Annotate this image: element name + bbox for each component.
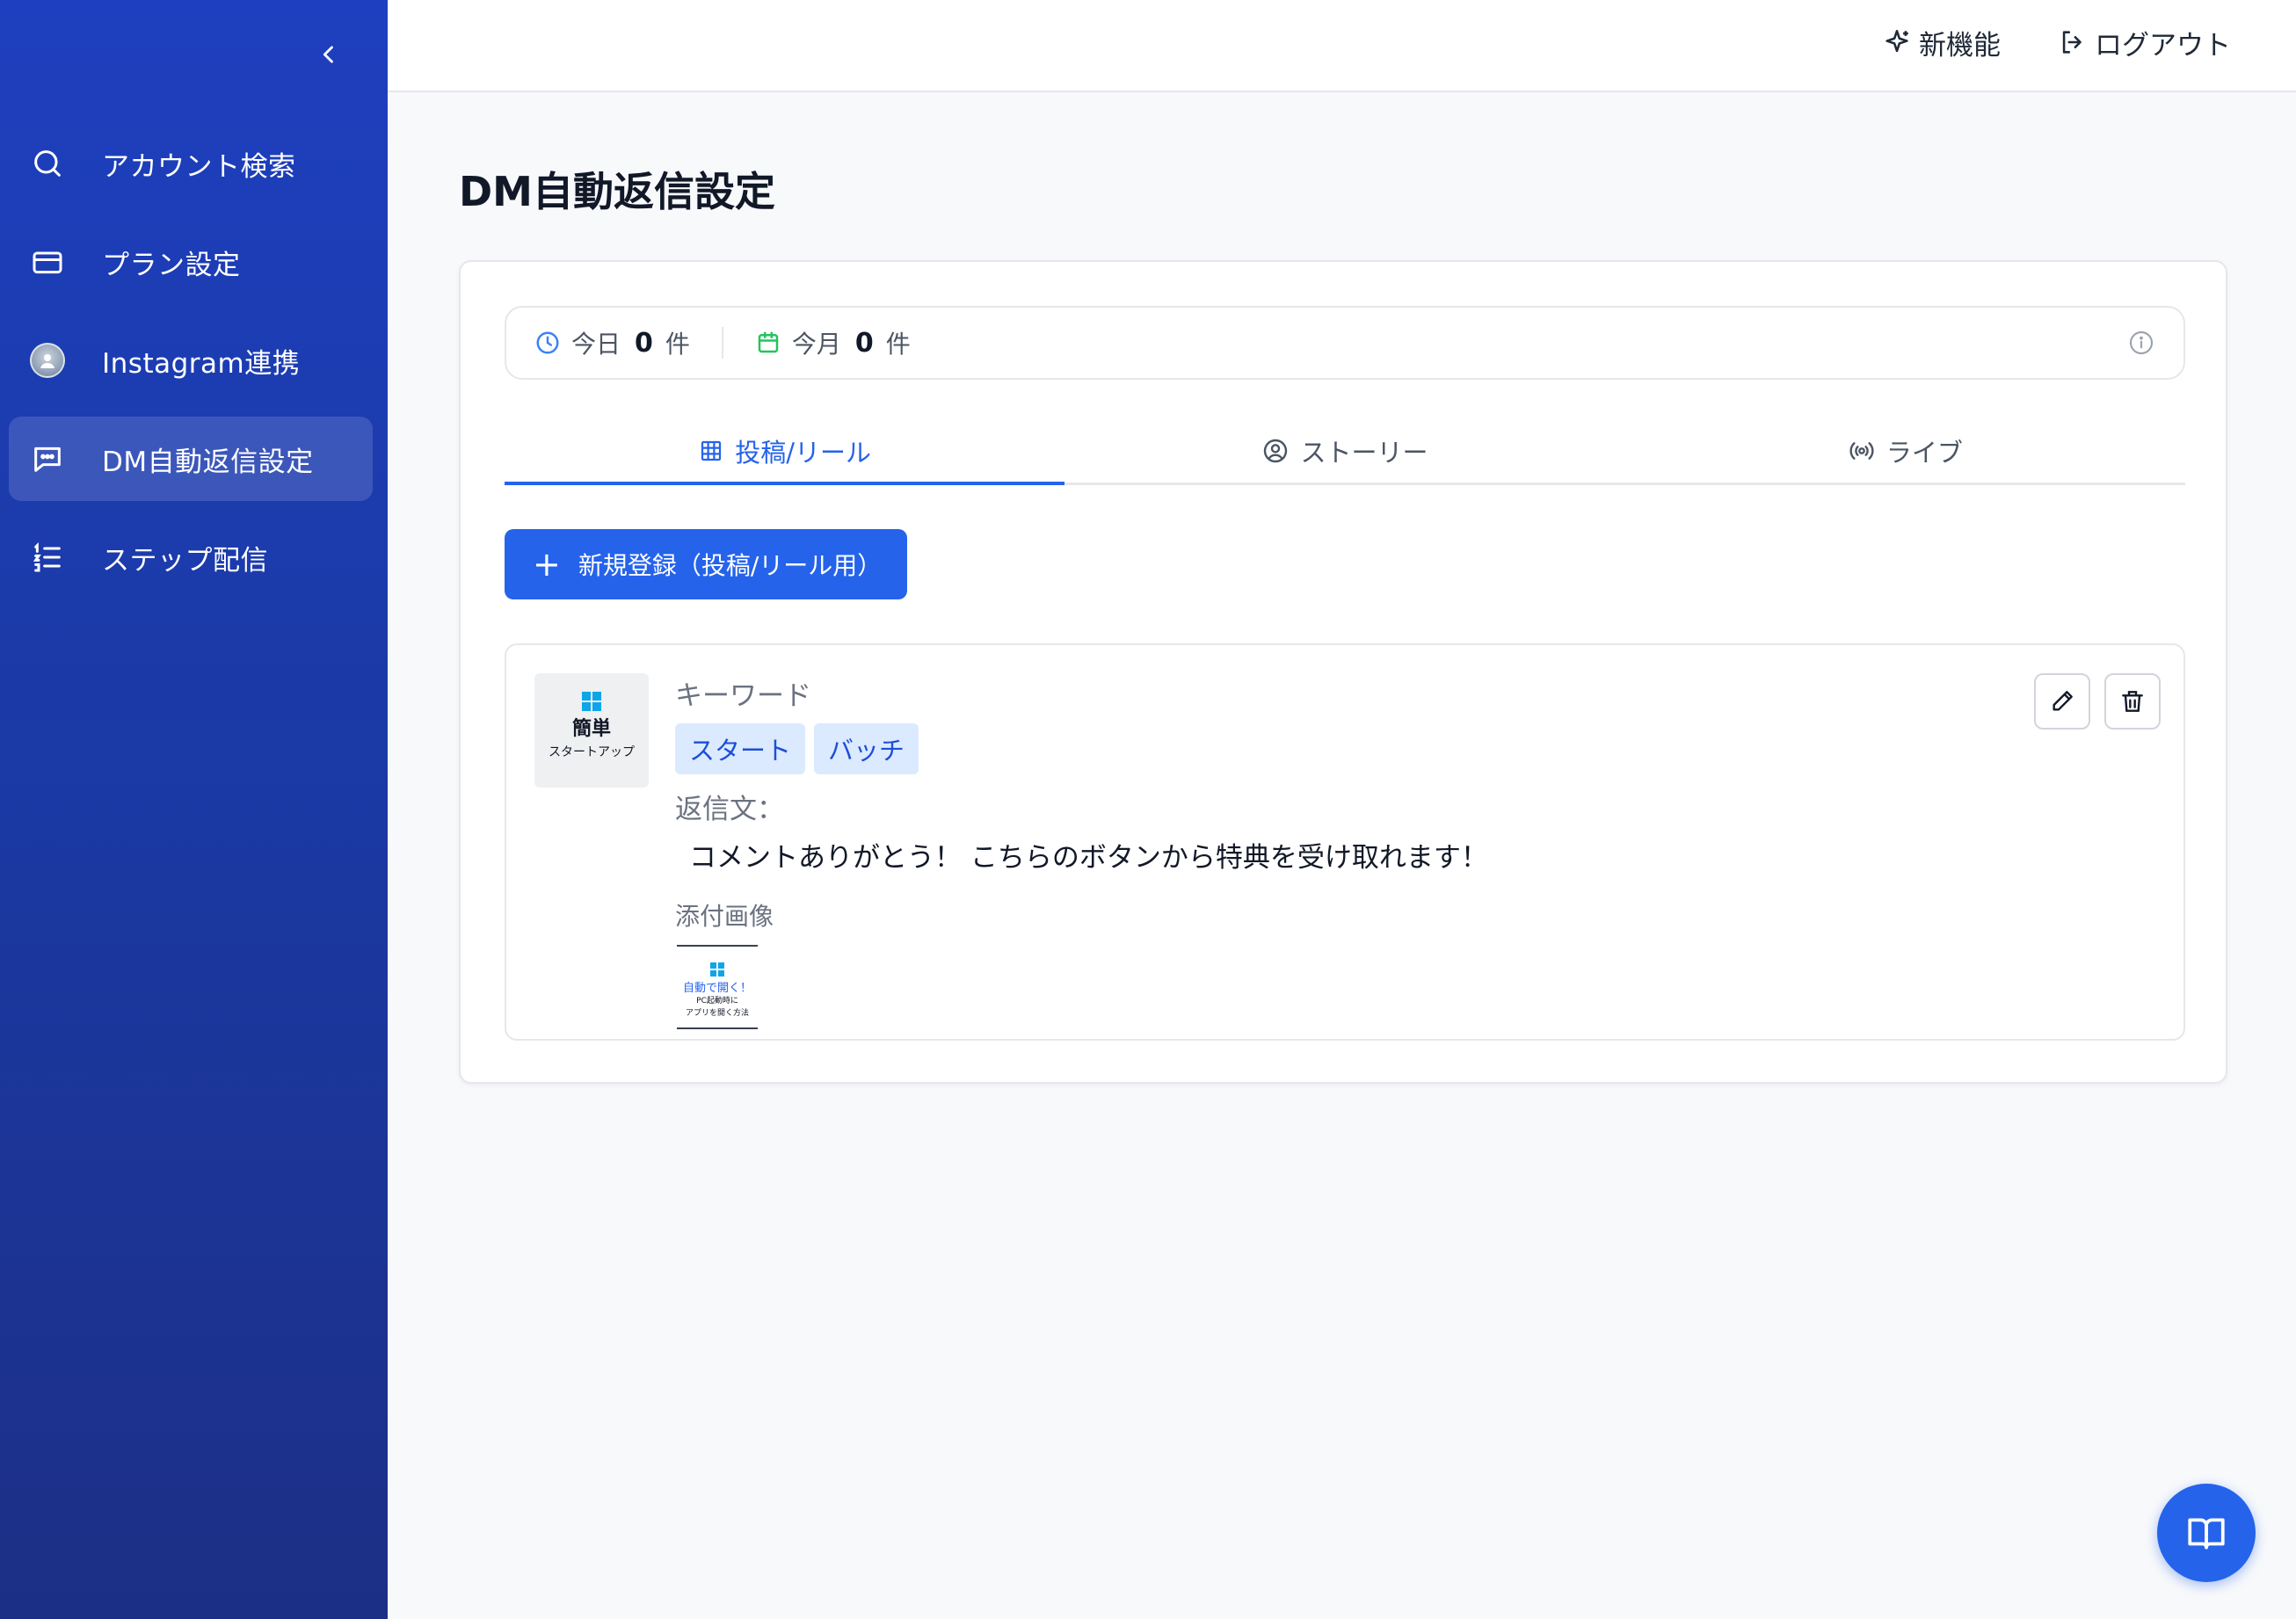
tab-label: ライブ <box>1885 437 1963 468</box>
stat-today: 今日 0 件 <box>534 325 690 360</box>
sidebar-item-instagram[interactable]: Instagram連携 <box>9 318 373 403</box>
attachment-line: PC起動時に <box>696 997 738 1006</box>
book-open-icon <box>2188 1518 2225 1550</box>
keyword-chip: バッチ <box>814 723 919 774</box>
sidebar-item-step-delivery[interactable]: ステップ配信 <box>9 515 373 599</box>
credit-card-icon <box>30 244 83 280</box>
auto-reply-rule-card: 簡単 スタートアップ キーワード スタート バッチ 返信文： コメントありがとう… <box>505 643 2185 1041</box>
edit-button[interactable] <box>2034 673 2090 730</box>
stat-month-count: 0 <box>854 327 874 359</box>
top-header: 新機能 ログアウト <box>388 0 2296 92</box>
user-circle-icon <box>1264 439 1288 462</box>
thumbnail-title: 簡単 <box>571 718 611 740</box>
tab-stories[interactable]: ストーリー <box>1064 418 1624 483</box>
sidebar-nav: アカウント検索 プラン設定 Instagram連携 DM自動返信設定 ステップ配… <box>9 121 373 613</box>
stat-month: 今月 0 件 <box>755 325 911 360</box>
new-features-button[interactable]: 新機能 <box>1882 21 2001 63</box>
stat-month-unit: 件 <box>885 330 911 359</box>
sidebar-item-label: Instagram連携 <box>102 347 301 380</box>
delete-button[interactable] <box>2104 673 2161 730</box>
sidebar: アカウント検索 プラン設定 Instagram連携 DM自動返信設定 ステップ配… <box>0 0 388 1619</box>
stat-divider <box>721 327 723 359</box>
pencil-icon <box>2053 691 2073 711</box>
stat-today-count: 0 <box>635 327 653 359</box>
trash-icon <box>2122 691 2143 712</box>
dm-settings-card: 今日 0 件 今月 0 件 投稿/リール ストーリー ライブ + 新規登録（投稿… <box>459 260 2227 1084</box>
stat-month-label: 今月 <box>791 330 841 359</box>
logout-button[interactable]: ログアウト <box>2058 21 2231 63</box>
windows-logo-icon <box>710 962 724 976</box>
thumbnail-subtitle: スタートアップ <box>549 745 635 759</box>
sidebar-item-label: アカウント検索 <box>102 150 296 183</box>
user-icon <box>40 354 54 368</box>
list-ordered-icon <box>30 540 83 575</box>
keyword-chips: スタート バッチ <box>675 723 1488 774</box>
stats-bar: 今日 0 件 今月 0 件 <box>505 306 2185 380</box>
sparkles-icon <box>1885 29 1908 53</box>
message-square-icon <box>30 441 83 476</box>
chevron-left-icon <box>323 46 333 63</box>
keyword-chip: スタート <box>675 723 806 774</box>
stat-today-unit: 件 <box>665 330 690 359</box>
attachment-label: 添付画像 <box>675 902 774 931</box>
calendar-icon <box>758 331 779 353</box>
reply-text: コメントありがとう！ こちらのボタンから特典を受け取れます！ <box>689 842 1488 874</box>
stat-today-label: 今日 <box>571 330 621 359</box>
new-features-label: 新機能 <box>1919 29 2001 62</box>
attachment-line: アプリを開く方法 <box>685 1008 749 1018</box>
search-icon <box>30 146 83 181</box>
sidebar-item-account-search[interactable]: アカウント検索 <box>9 121 373 206</box>
tab-label: 投稿/リール <box>735 437 872 468</box>
nav-icon-wrapper <box>30 343 83 378</box>
reply-label: 返信文： <box>675 794 784 825</box>
tab-label: ストーリー <box>1300 437 1428 468</box>
add-new-button[interactable]: + 新規登録（投稿/リール用） <box>505 529 907 599</box>
sidebar-item-label: ステップ配信 <box>102 544 268 577</box>
clock-icon <box>536 331 559 354</box>
post-thumbnail[interactable]: 簡単 スタートアップ <box>534 673 649 788</box>
tab-live[interactable]: ライブ <box>1625 418 2185 483</box>
sidebar-item-label: プラン設定 <box>102 249 241 281</box>
grid-icon <box>701 440 722 461</box>
page-title: DM自動返信設定 <box>459 168 775 215</box>
tab-posts-reels[interactable]: 投稿/リール <box>505 418 1065 485</box>
sidebar-item-label: DM自動返信設定 <box>102 446 314 478</box>
windows-logo-icon <box>582 692 601 711</box>
keyword-label: キーワード <box>675 680 811 712</box>
tabs: 投稿/リール ストーリー ライブ <box>505 418 2185 485</box>
avatar <box>30 343 65 378</box>
add-new-label: 新規登録（投稿/リール用） <box>578 551 883 580</box>
logout-label: ログアウト <box>2095 29 2231 62</box>
logout-icon <box>2062 31 2082 54</box>
attachment-image[interactable]: 自動で開く！ PC起動時に アプリを開く方法 <box>677 945 758 1029</box>
rule-body: キーワード スタート バッチ 返信文： コメントありがとう！ こちらのボタンから… <box>675 673 1488 1029</box>
sidebar-item-plan-settings[interactable]: プラン設定 <box>9 220 373 304</box>
info-icon[interactable] <box>2127 329 2155 363</box>
sidebar-item-dm-auto-reply[interactable]: DM自動返信設定 <box>9 417 373 501</box>
broadcast-icon <box>1849 441 1874 460</box>
collapse-sidebar-button[interactable] <box>308 33 350 76</box>
attachment-line: 自動で開く！ <box>682 982 752 995</box>
help-guide-button[interactable] <box>2157 1484 2256 1582</box>
plus-icon: + <box>533 545 561 584</box>
